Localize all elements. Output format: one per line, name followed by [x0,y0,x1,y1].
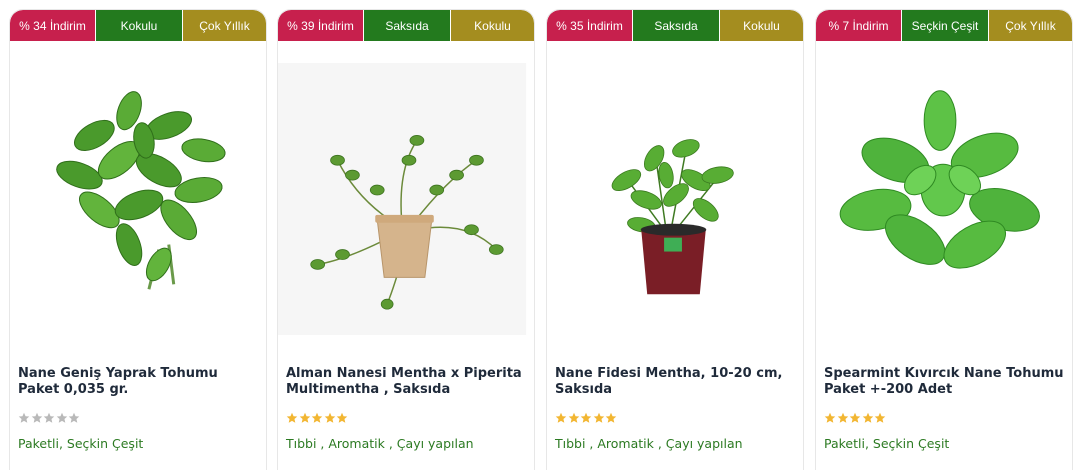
badge-row: % 39 İndirim Saksıda Kokulu [278,10,534,41]
feature-badge: Kokulu [96,10,182,41]
star-filled-icon [324,412,335,423]
product-tags: Tıbbi , Aromatik , Çayı yapılan [286,436,474,451]
star-filled-icon [580,412,592,423]
star-empty-icon [56,412,67,423]
star-empty-icon [31,412,42,423]
feature-badge: Çok Yıllık [989,10,1072,41]
badge-row: % 34 İndirim Kokulu Çok Yıllık [10,10,266,41]
product-card[interactable]: % 7 İndirim Seçkin Çeşit Çok Yıllık Spea… [815,9,1073,470]
star-filled-icon [605,412,617,423]
feature-badge: Çok Yıllık [183,10,266,41]
star-filled-icon [311,412,323,423]
potted-mint-image[interactable] [278,50,534,335]
star-filled-icon [862,412,873,423]
feature-badge: Kokulu [451,10,534,41]
product-tags: Paketli, Seçkin Çeşit [824,436,950,451]
product-title-link[interactable]: Alman Nanesi Mentha x Piperita Multiment… [286,366,526,398]
badge-row: % 35 İndirim Saksıda Kokulu [547,10,803,41]
rating-stars [555,412,618,426]
star-empty-icon [18,412,30,423]
rating-stars [824,412,887,426]
discount-badge: % 7 İndirim [816,10,901,41]
star-filled-icon [568,412,579,423]
discount-badge: % 39 İndirim [278,10,363,41]
star-filled-icon [336,412,348,423]
discount-badge: % 35 İndirim [547,10,632,41]
product-title-link[interactable]: Nane Geniş Yaprak Tohumu Paket 0,035 gr. [18,366,258,398]
feature-badge: Kokulu [720,10,803,41]
product-card[interactable]: % 35 İndirim Saksıda Kokulu Nane Fidesi … [546,9,804,470]
star-filled-icon [555,412,567,423]
mint-seedling-pot-image[interactable] [547,50,803,335]
star-filled-icon [837,412,848,423]
product-card[interactable]: % 34 İndirim Kokulu Çok Yıllık Nane Geni… [9,9,267,470]
product-tags: Paketli, Seçkin Çeşit [18,436,144,451]
star-empty-icon [68,412,80,423]
star-filled-icon [593,412,604,423]
mint-bunch-image[interactable] [10,50,266,335]
feature-badge: Saksıda [364,10,450,41]
rating-stars [18,412,81,426]
star-filled-icon [299,412,310,423]
product-card[interactable]: % 39 İndirim Saksıda Kokulu Alman Nanesi… [277,9,535,470]
product-tags: Tıbbi , Aromatik , Çayı yapılan [555,436,743,451]
feature-badge: Saksıda [633,10,719,41]
star-filled-icon [824,412,836,423]
rating-stars [286,412,349,426]
spearmint-sprig-image[interactable] [816,50,1072,335]
product-title-link[interactable]: Nane Fidesi Mentha, 10-20 cm, Saksıda [555,366,795,398]
star-filled-icon [286,412,298,423]
star-filled-icon [874,412,886,423]
badge-row: % 7 İndirim Seçkin Çeşit Çok Yıllık [816,10,1072,41]
star-filled-icon [849,412,861,423]
feature-badge: Seçkin Çeşit [902,10,988,41]
star-empty-icon [43,412,55,423]
discount-badge: % 34 İndirim [10,10,95,41]
product-title-link[interactable]: Spearmint Kıvırcık Nane Tohumu Paket +-2… [824,366,1064,398]
